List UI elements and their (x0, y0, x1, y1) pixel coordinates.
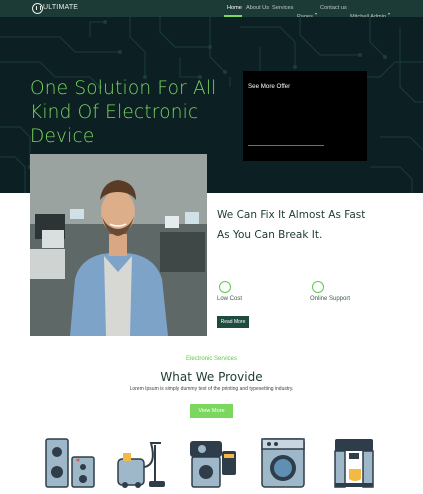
chevron-down-icon (314, 12, 317, 15)
offer-progress-line (248, 145, 324, 146)
speakers-icon (45, 438, 95, 488)
services-title: What We Provide (160, 370, 263, 384)
feature-online-support: Online Support (310, 296, 351, 302)
chevron-down-icon (388, 12, 391, 15)
hero-title: One Solution For All Kind Of Electronic … (30, 78, 217, 147)
services-description: Lorem Ipsum is simply dummy text of the … (129, 386, 294, 392)
washing-machine-icon (261, 438, 305, 488)
coffee-machine-icon (334, 439, 374, 488)
nav-contact-us[interactable]: Contact us (320, 5, 347, 11)
logo-icon[interactable] (32, 3, 43, 14)
offer-label: See More Offer (248, 83, 291, 90)
logo-text[interactable]: ULTIMATE (43, 4, 78, 11)
read-more-button[interactable]: Read More (217, 316, 249, 328)
coins-icon (219, 281, 231, 293)
nav-about-us[interactable]: About Us (246, 5, 269, 11)
services-kicker: Electronic Services (185, 356, 238, 362)
view-more-button[interactable]: View More (190, 404, 233, 418)
coffee-grinder-icon (190, 441, 236, 488)
offer-video-box[interactable]: See More Offer (243, 71, 367, 161)
feature-low-cost: Low Cost (217, 296, 243, 302)
nav-services[interactable]: Services (272, 5, 293, 11)
about-title: We Can Fix It Almost As Fast As You Can … (217, 209, 366, 241)
top-navbar: ULTIMATE Home About Us Services Pages Co… (0, 0, 423, 20)
nav-home[interactable]: Home (227, 5, 242, 11)
technician-photo (30, 154, 207, 336)
headset-icon (312, 281, 324, 293)
vacuum-cleaner-icon (117, 442, 165, 488)
